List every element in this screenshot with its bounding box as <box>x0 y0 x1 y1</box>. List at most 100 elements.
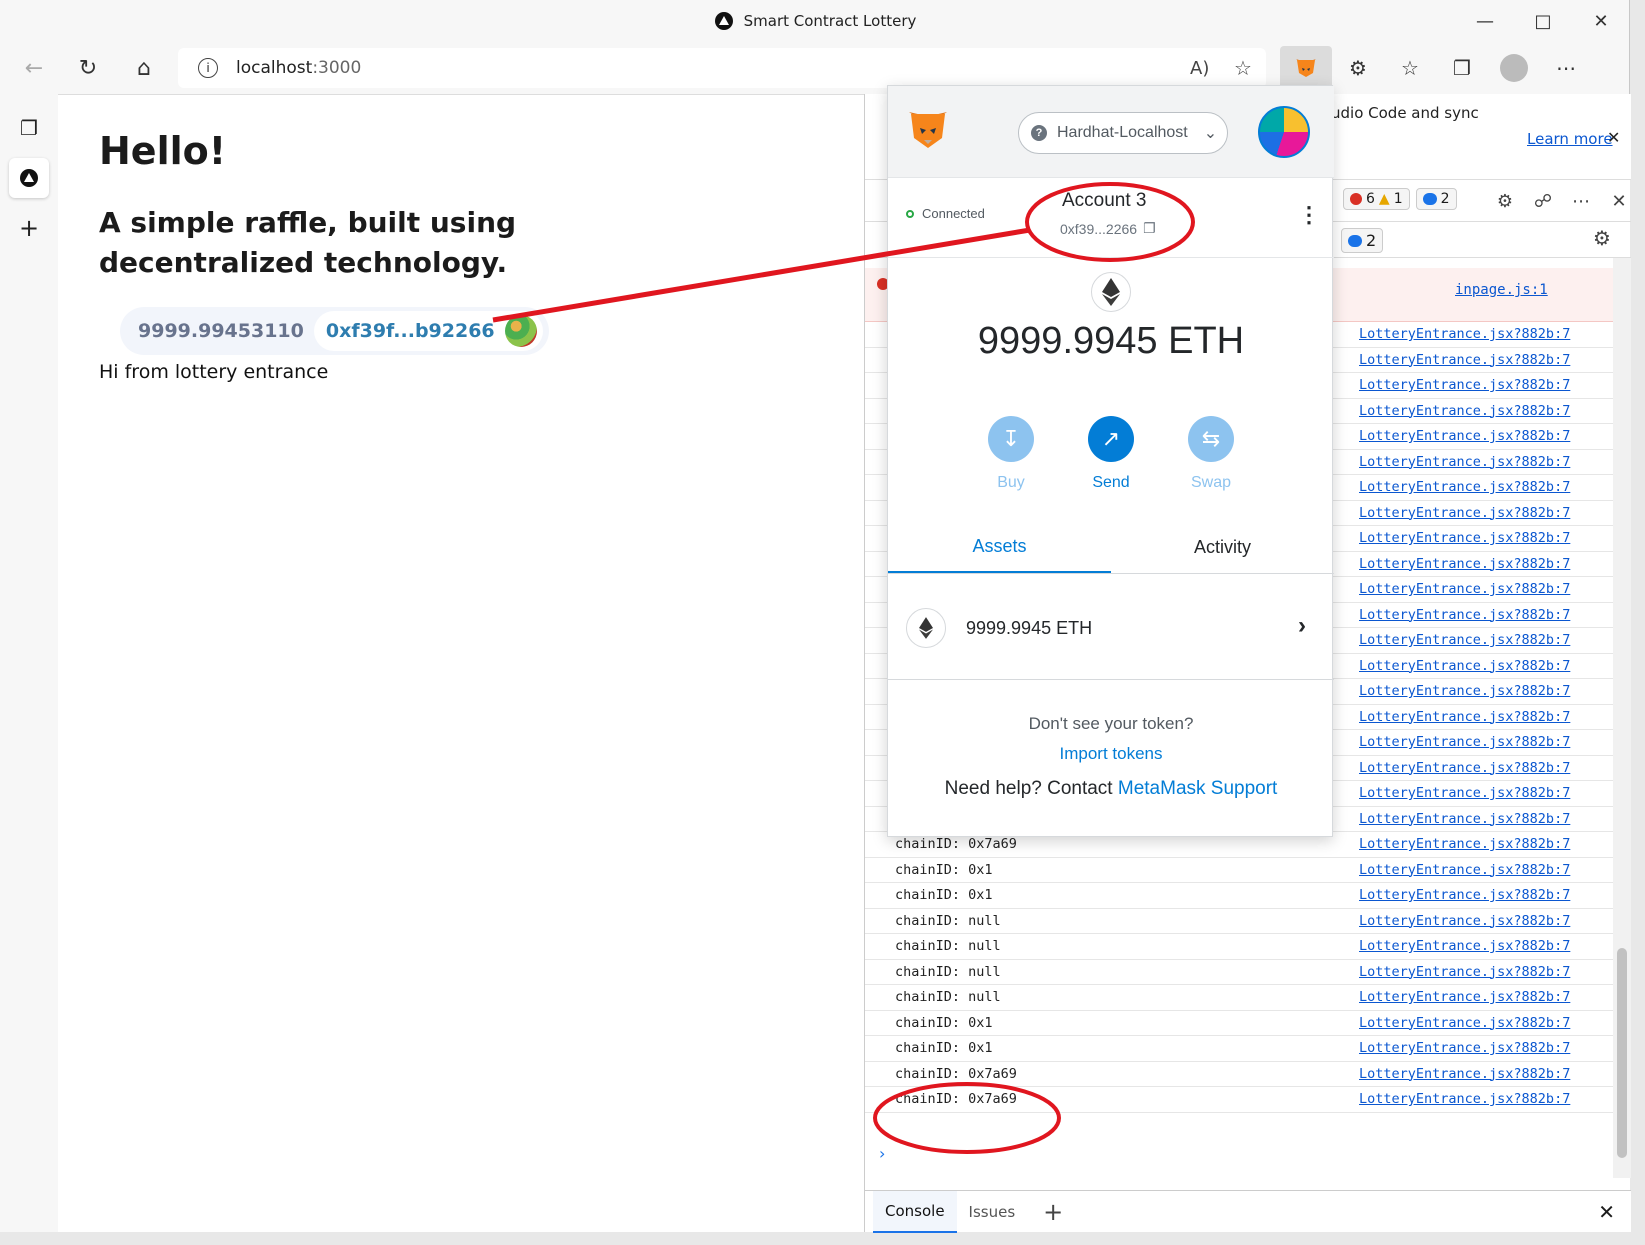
log-source-link[interactable]: LotteryEntrance.jsx?882b:7 <box>1359 454 1570 470</box>
more-options-icon[interactable]: ⋯ <box>1565 186 1597 216</box>
account-name[interactable]: Account 3 <box>1062 190 1147 212</box>
sidebar-app-icon[interactable] <box>9 158 49 198</box>
favorite-add-icon[interactable]: ☆ <box>1234 56 1252 80</box>
log-source-link[interactable]: LotteryEntrance.jsx?882b:7 <box>1359 1066 1570 1082</box>
log-source-link[interactable]: LotteryEntrance.jsx?882b:7 <box>1359 326 1570 342</box>
network-selector[interactable]: ? Hardhat-Localhost ⌄ <box>1018 112 1228 154</box>
console-scrollbar[interactable] <box>1613 258 1631 1178</box>
home-icon[interactable]: ⌂ <box>116 42 172 94</box>
log-source-link[interactable]: LotteryEntrance.jsx?882b:7 <box>1359 556 1570 572</box>
log-source-link[interactable]: LotteryEntrance.jsx?882b:7 <box>1359 811 1570 827</box>
send-label: Send <box>1092 474 1130 491</box>
tab-activity[interactable]: Activity <box>1111 522 1334 573</box>
wallet-actions: ↧ Buy ↗ Send ⇆ Swap <box>978 416 1244 492</box>
console-log-row: chainID: 0x7a69 LotteryEntrance.jsx?882b:… <box>865 1062 1613 1087</box>
settings-icon[interactable]: ⚙ <box>1489 186 1521 216</box>
address-bar: ← ↻ ⌂ i localhost:3000 A) ☆ ⚙ ☆ ❐ ⋯ <box>0 42 1630 94</box>
read-aloud-icon[interactable]: A) <box>1190 58 1209 79</box>
account-avatar[interactable] <box>1258 106 1310 158</box>
add-tab-icon[interactable]: + <box>9 208 49 248</box>
info-icon[interactable]: i <box>198 58 218 78</box>
buy-button[interactable]: ↧ Buy <box>978 416 1044 492</box>
more-menu-icon[interactable]: ⋯ <box>1540 46 1592 90</box>
log-source-link[interactable]: LotteryEntrance.jsx?882b:7 <box>1359 428 1570 444</box>
console-prompt-icon[interactable]: › <box>879 1144 885 1163</box>
drawer-tab-console[interactable]: Console <box>873 1190 957 1233</box>
log-source-link[interactable]: LotteryEntrance.jsx?882b:7 <box>1359 785 1570 801</box>
asset-row-eth[interactable]: 9999.9945 ETH › <box>888 576 1334 680</box>
log-message: chainID: null <box>895 963 1001 980</box>
log-source-link[interactable]: LotteryEntrance.jsx?882b:7 <box>1359 581 1570 597</box>
log-source-link[interactable]: LotteryEntrance.jsx?882b:7 <box>1359 632 1570 648</box>
learn-more-link[interactable]: Learn more <box>1527 130 1613 148</box>
swap-button[interactable]: ⇆ Swap <box>1178 416 1244 492</box>
close-window-icon[interactable]: ✕ <box>1572 0 1630 42</box>
log-source-link[interactable]: LotteryEntrance.jsx?882b:7 <box>1359 505 1570 521</box>
log-source-link[interactable]: LotteryEntrance.jsx?882b:7 <box>1359 530 1570 546</box>
console-settings-icon[interactable]: ⚙ <box>1593 226 1611 250</box>
log-source-link[interactable]: LotteryEntrance.jsx?882b:7 <box>1359 887 1570 903</box>
scrollbar-thumb[interactable] <box>1617 948 1627 1158</box>
back-icon[interactable]: ← <box>6 42 62 94</box>
customize-icon[interactable]: ☍ <box>1527 186 1559 216</box>
account-options-icon[interactable]: ⋮ <box>1298 202 1320 228</box>
greeting-text: Hi from lottery entrance <box>99 361 329 383</box>
log-source-link[interactable]: LotteryEntrance.jsx?882b:7 <box>1359 377 1570 393</box>
log-source-link[interactable]: LotteryEntrance.jsx?882b:7 <box>1359 913 1570 929</box>
add-drawer-tab-icon[interactable]: + <box>1027 1198 1079 1226</box>
console-log-row: chainID: null LotteryEntrance.jsx?882b:7 <box>865 985 1613 1011</box>
minimize-icon[interactable]: — <box>1456 0 1514 42</box>
drawer-tab-issues[interactable]: Issues <box>957 1191 1028 1233</box>
collections-icon[interactable]: ❐ <box>1436 46 1488 90</box>
browser-window: Smart Contract Lottery — □ ✕ ← ↻ ⌂ i loc… <box>0 0 1631 1233</box>
connected-status[interactable]: Connected <box>906 206 985 221</box>
extensions-icon[interactable]: ⚙ <box>1332 46 1384 90</box>
log-source-link[interactable]: LotteryEntrance.jsx?882b:7 <box>1359 607 1570 623</box>
favorites-icon[interactable]: ☆ <box>1384 46 1436 90</box>
log-source-link[interactable]: LotteryEntrance.jsx?882b:7 <box>1359 862 1570 878</box>
tab-actions-icon[interactable]: ❐ <box>9 108 49 148</box>
help-prefix: Need help? Contact <box>944 778 1118 799</box>
error-warning-badge[interactable]: 6 ▲ 1 <box>1343 188 1410 210</box>
log-source-link[interactable]: LotteryEntrance.jsx?882b:7 <box>1359 734 1570 750</box>
metamask-support-link[interactable]: MetaMask Support <box>1118 778 1277 799</box>
log-source-link[interactable]: LotteryEntrance.jsx?882b:7 <box>1359 352 1570 368</box>
log-source-link[interactable]: LotteryEntrance.jsx?882b:7 <box>1359 836 1570 852</box>
log-source-link[interactable]: LotteryEntrance.jsx?882b:7 <box>1359 1091 1570 1107</box>
close-devtools-icon[interactable]: ✕ <box>1603 186 1635 216</box>
log-source-link[interactable]: LotteryEntrance.jsx?882b:7 <box>1359 709 1570 725</box>
log-source-link[interactable]: LotteryEntrance.jsx?882b:7 <box>1359 1015 1570 1031</box>
tab-assets[interactable]: Assets <box>888 522 1111 573</box>
console-log-row: chainID: null LotteryEntrance.jsx?882b:7 <box>865 934 1613 960</box>
devtools-toolbar-icons: ⚙ ☍ ⋯ ✕ <box>1489 186 1635 216</box>
log-source-link[interactable]: LotteryEntrance.jsx?882b:7 <box>1359 989 1570 1005</box>
wallet-connect-button[interactable]: 9999.99453110 0xf39f...b92266 <box>120 307 549 355</box>
import-tokens-link[interactable]: Import tokens <box>888 744 1334 764</box>
metamask-footer: Don't see your token? Import tokens Need… <box>888 714 1334 800</box>
log-source-link[interactable]: LotteryEntrance.jsx?882b:7 <box>1359 403 1570 419</box>
log-source-link[interactable]: LotteryEntrance.jsx?882b:7 <box>1359 683 1570 699</box>
log-source-link[interactable]: LotteryEntrance.jsx?882b:7 <box>1359 1040 1570 1056</box>
maximize-icon[interactable]: □ <box>1514 0 1572 42</box>
copy-icon: ❐ <box>1143 220 1156 236</box>
swap-label: Swap <box>1190 474 1232 491</box>
send-button[interactable]: ↗ Send <box>1078 416 1144 492</box>
token-question: Don't see your token? <box>1028 714 1194 733</box>
error-source-link[interactable]: inpage.js:1 <box>1455 282 1548 298</box>
console-messages-badge[interactable]: 2 <box>1341 228 1384 253</box>
close-drawer-icon[interactable]: ✕ <box>1598 1200 1615 1224</box>
log-source-link[interactable]: LotteryEntrance.jsx?882b:7 <box>1359 964 1570 980</box>
metamask-extension-icon[interactable] <box>1280 46 1332 90</box>
log-source-link[interactable]: LotteryEntrance.jsx?882b:7 <box>1359 760 1570 776</box>
banner-close-icon[interactable]: ✕ <box>1607 128 1620 147</box>
log-source-link[interactable]: LotteryEntrance.jsx?882b:7 <box>1359 938 1570 954</box>
url-input[interactable]: i localhost:3000 A) ☆ <box>178 48 1266 88</box>
refresh-icon[interactable]: ↻ <box>60 42 116 94</box>
messages-badge[interactable]: 2 <box>1415 188 1457 210</box>
wallet-address-chip[interactable]: 0xf39f...b92266 <box>313 311 543 351</box>
account-address-copy[interactable]: 0xf39...2266 ❐ <box>1060 220 1156 237</box>
log-source-link[interactable]: LotteryEntrance.jsx?882b:7 <box>1359 658 1570 674</box>
profile-icon[interactable] <box>1488 46 1540 90</box>
issue-counters[interactable]: 6 ▲ 1 2 <box>1343 188 1457 210</box>
log-source-link[interactable]: LotteryEntrance.jsx?882b:7 <box>1359 479 1570 495</box>
